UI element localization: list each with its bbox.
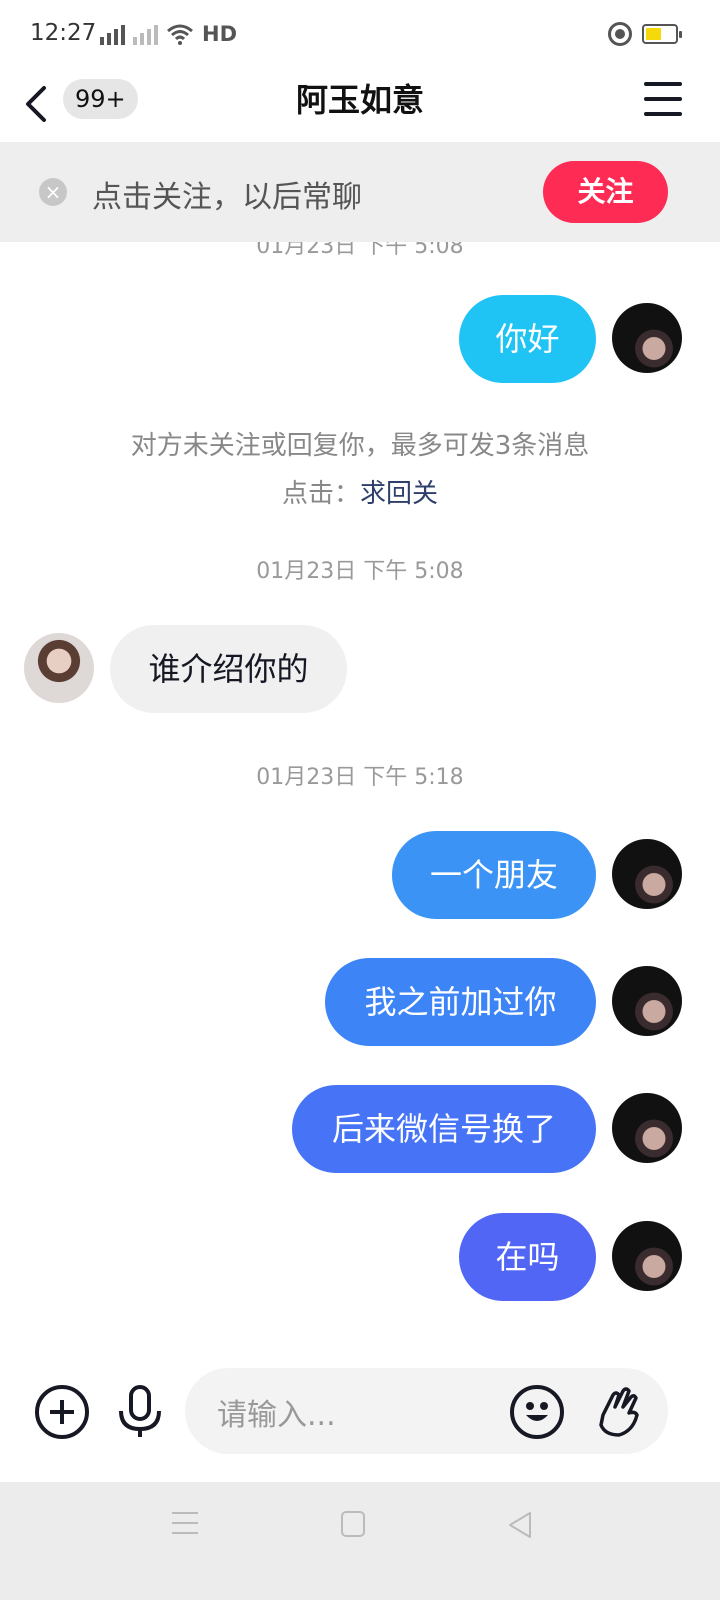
message-bubble-sent[interactable]: 在吗 [459,1213,596,1301]
status-time: 12:27 [30,20,97,46]
notice-prefix: 点击： [281,479,360,509]
chat-header: 99+ 阿玉如意 [0,70,720,142]
timestamp: 01月23日 下午 5:18 [256,765,464,790]
page-title: 阿玉如意 [295,81,424,119]
my-avatar[interactable] [612,1221,682,1291]
request-follow-back-link[interactable]: 求回关 [360,479,438,509]
message-bubble-sent[interactable]: 一个朋友 [392,831,596,919]
system-nav-bar [0,1482,720,1600]
message-bubble-received[interactable]: 谁介绍你的 [110,625,347,713]
plus-circle-icon[interactable] [35,1385,89,1439]
microphone-icon[interactable] [113,1385,167,1439]
my-avatar[interactable] [612,303,682,373]
nav-back-icon[interactable] [506,1510,536,1540]
follow-banner: × 点击关注，以后常聊 关注 [0,142,720,242]
signal-4g-icon [100,23,125,45]
notice-text: 对方未关注或回复你，最多可发3条消息 [130,431,590,461]
battery-icon [642,24,682,44]
unread-badge[interactable]: 99+ [63,79,138,119]
close-icon[interactable]: × [39,178,67,206]
notice-action-line: 点击：求回关 [0,470,720,518]
contact-avatar[interactable] [24,633,94,703]
wifi-icon [167,24,193,45]
nav-menu-icon[interactable] [172,1512,198,1538]
message-limit-notice: 对方未关注或回复你，最多可发3条消息 点击：求回关 [0,422,720,518]
status-bar: 12:27 HD [0,0,720,70]
hamburger-menu-icon[interactable] [644,82,682,116]
smiley-icon[interactable] [510,1385,564,1439]
follow-button[interactable]: 关注 [543,161,668,223]
status-right [608,22,682,46]
network-hd-label: HD [202,22,238,46]
message-bubble-sent[interactable]: 你好 [459,295,596,383]
status-icons: HD [100,22,237,46]
timestamp: 01月23日 下午 5:08 [256,559,464,584]
my-avatar[interactable] [612,839,682,909]
waving-hand-icon[interactable] [593,1385,647,1439]
my-avatar[interactable] [612,1093,682,1163]
my-avatar[interactable] [612,966,682,1036]
message-input-placeholder: 请输入... [217,1398,336,1433]
nav-home-icon[interactable] [341,1511,365,1537]
follow-banner-text: 点击关注，以后常聊 [92,180,362,215]
signal-no-service-icon [133,23,158,45]
message-bubble-sent[interactable]: 后来微信号换了 [292,1085,596,1173]
message-bubble-sent[interactable]: 我之前加过你 [325,958,596,1046]
chevron-left-icon[interactable] [20,80,60,128]
record-icon [608,22,632,46]
